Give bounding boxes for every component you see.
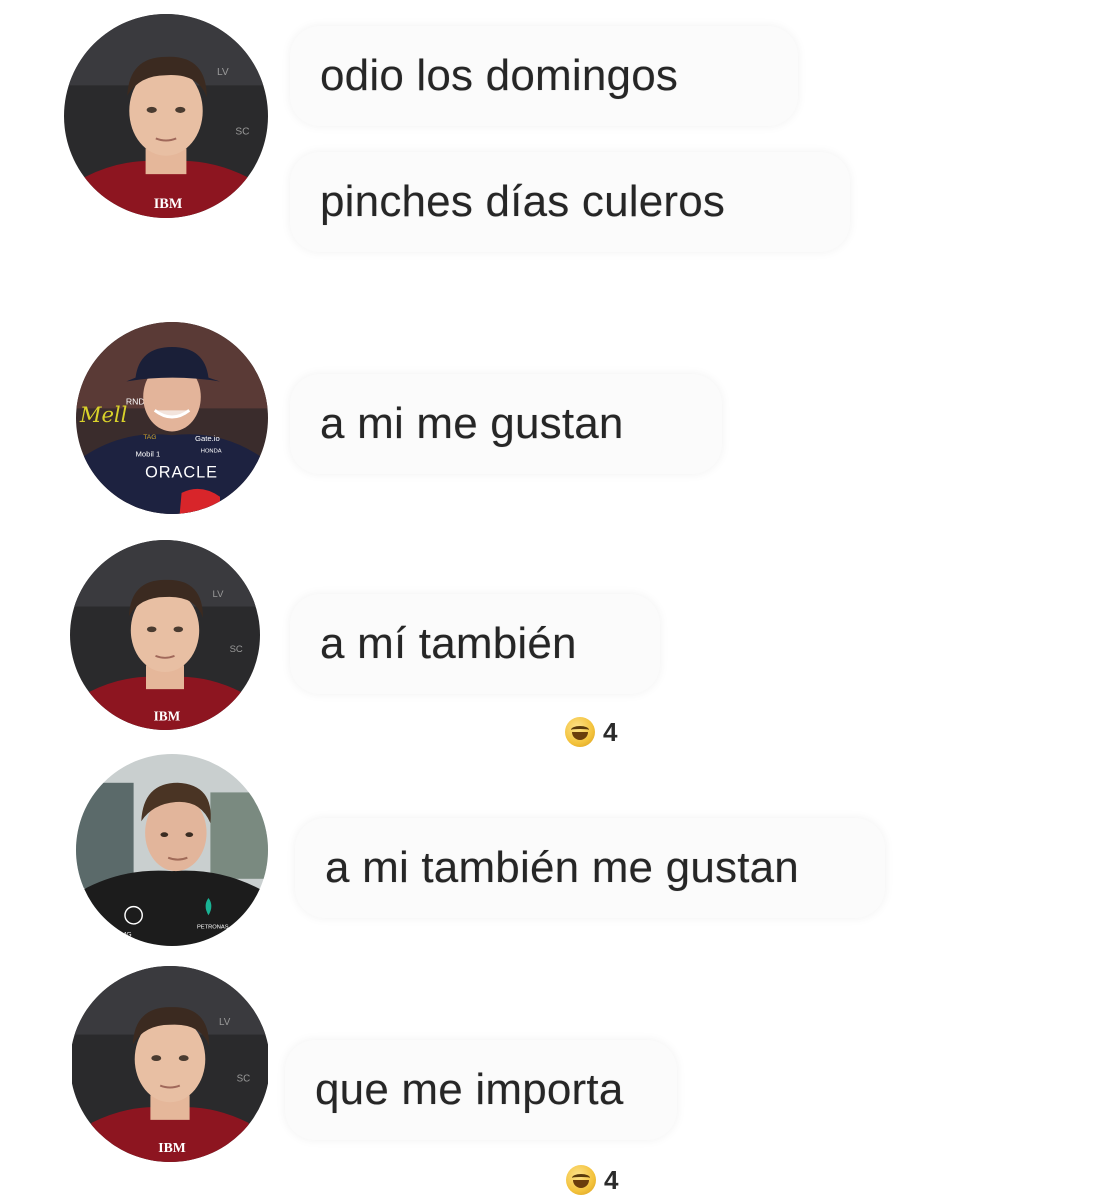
sponsor-text: RND <box>126 397 145 407</box>
message-bubble[interactable]: pinches días culeros <box>290 152 850 252</box>
portrait-navy-cap: Mell RND TAG Gate.io HONDA Mobil 1 ORACL… <box>76 322 268 514</box>
message-text: a mí también <box>320 619 577 668</box>
reaction-badge[interactable]: 4 <box>565 712 617 752</box>
message-bubble[interactable]: a mi me gustan <box>290 374 722 474</box>
message-bubble[interactable]: que me importa <box>285 1040 677 1140</box>
sponsor-text: IBM <box>154 709 181 724</box>
sponsor-text: TAG <box>143 434 156 441</box>
message-text: odio los domingos <box>320 51 679 100</box>
sponsor-text: SC <box>235 126 249 137</box>
sponsor-text: LV <box>213 589 225 600</box>
portrait-black-jacket: AMG PETRONAS <box>76 754 268 946</box>
avatar-red-suit-driver-1[interactable]: LV SC IBM <box>64 14 268 218</box>
portrait-red-suit: LV SC IBM <box>72 966 268 1162</box>
message-bubble[interactable]: a mi también me gustan <box>295 818 885 918</box>
sponsor-text: PETRONAS <box>197 925 229 931</box>
portrait-red-suit: LV SC IBM <box>70 540 260 730</box>
chat-thread: LV SC IBM odio los domingos pinches días… <box>0 0 1119 1200</box>
reaction-count: 4 <box>604 1164 619 1195</box>
sponsor-text: IBM <box>154 196 183 212</box>
sponsor-text: SC <box>237 1074 251 1085</box>
message-bubble[interactable]: a mí también <box>290 594 660 694</box>
message-text: a mi también me gustan <box>325 843 799 892</box>
avatar-black-jacket-driver[interactable]: AMG PETRONAS <box>76 754 268 946</box>
sponsor-text: SC <box>230 644 243 655</box>
sponsor-text: Gate.io <box>195 434 220 443</box>
sponsor-text: LV <box>217 67 229 78</box>
reaction-badge[interactable]: 4 <box>566 1160 618 1200</box>
laughing-face-emoji-icon <box>566 1165 596 1195</box>
message-text: que me importa <box>315 1065 624 1114</box>
message-text: a mi me gustan <box>320 399 624 448</box>
sponsor-text: LV <box>219 1017 231 1028</box>
sponsor-text: AMG <box>116 931 131 938</box>
sponsor-text: Mobil 1 <box>136 449 161 458</box>
reaction-count: 4 <box>603 716 618 747</box>
portrait-red-suit: LV SC IBM <box>64 14 268 218</box>
sponsor-text: HONDA <box>201 449 222 455</box>
laughing-face-emoji-icon <box>565 717 595 747</box>
message-text: pinches días culeros <box>320 177 726 226</box>
avatar-navy-cap-driver[interactable]: Mell RND TAG Gate.io HONDA Mobil 1 ORACL… <box>76 322 268 514</box>
message-bubble[interactable]: odio los domingos <box>290 26 798 126</box>
avatar-red-suit-driver-3[interactable]: LV SC IBM <box>70 966 270 1162</box>
sponsor-text: Mell <box>79 402 128 427</box>
sponsor-text: IBM <box>158 1140 185 1155</box>
avatar-red-suit-driver-2[interactable]: LV SC IBM <box>70 540 260 730</box>
sponsor-text: ORACLE <box>145 464 218 482</box>
